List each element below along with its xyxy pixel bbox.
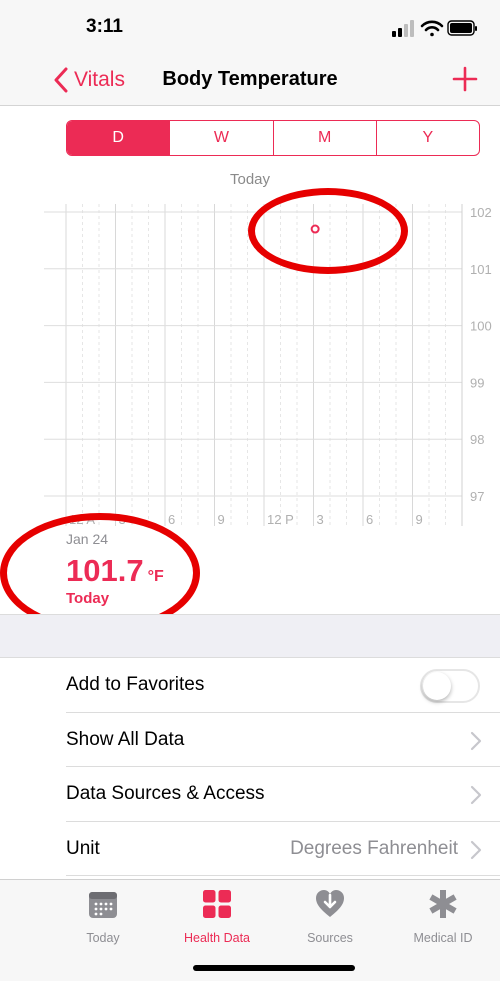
add-to-favorites-row: Add to Favorites bbox=[0, 658, 500, 713]
status-time: 3:11 bbox=[86, 16, 123, 37]
status-icons bbox=[392, 18, 478, 43]
chart-x-tick-label: 12 P bbox=[267, 512, 294, 527]
chart-x-tick-label: 6 bbox=[168, 512, 175, 527]
asterisk-icon bbox=[429, 890, 457, 918]
favorites-toggle[interactable] bbox=[420, 669, 480, 703]
chart-x-tick-label: 12 A bbox=[69, 512, 95, 527]
tab-today[interactable]: Today bbox=[48, 888, 158, 945]
chart-x-tick-label: 9 bbox=[416, 512, 423, 527]
chart-x-tick-label: 9 bbox=[218, 512, 225, 527]
add-to-favorites-label: Add to Favorites bbox=[66, 674, 205, 696]
chart-x-tick-label: 3 bbox=[317, 512, 324, 527]
page-title: Body Temperature bbox=[162, 68, 338, 90]
data-sources-access-label: Data Sources & Access bbox=[66, 783, 265, 805]
unit-row[interactable]: Unit Degrees Fahrenheit bbox=[0, 822, 500, 877]
data-sources-access-row[interactable]: Data Sources & Access bbox=[0, 767, 500, 822]
toggle-knob bbox=[423, 672, 451, 700]
tab-label: Sources bbox=[307, 931, 353, 945]
unit-label: Unit bbox=[66, 837, 100, 859]
segment-month[interactable]: M bbox=[272, 121, 376, 155]
tab-sources[interactable]: Sources bbox=[275, 888, 385, 945]
chart-y-tick-label: 100 bbox=[470, 319, 492, 334]
selected-reading: Jan 24 101.7 °F Today bbox=[66, 531, 164, 607]
navigation-bar: Vitals Body Temperature bbox=[0, 56, 500, 106]
tab-label: Health Data bbox=[183, 931, 250, 945]
segment-day[interactable]: D bbox=[67, 121, 170, 155]
unit-value: Degrees Fahrenheit bbox=[290, 837, 458, 859]
calendar-icon bbox=[89, 892, 117, 918]
heart-download-icon bbox=[316, 890, 344, 917]
reading-unit: °F bbox=[147, 568, 164, 585]
show-all-data-label: Show All Data bbox=[66, 728, 185, 750]
chart-y-tick-label: 101 bbox=[470, 262, 492, 277]
plus-icon bbox=[452, 66, 478, 92]
battery-icon bbox=[447, 20, 477, 36]
segment-week[interactable]: W bbox=[169, 121, 272, 155]
chart-title: Today bbox=[229, 171, 271, 188]
chart-x-tick-label: 3 bbox=[119, 512, 126, 527]
wifi-icon bbox=[420, 20, 444, 37]
reading-value: 101.7 bbox=[66, 553, 144, 588]
segment-year[interactable]: Y bbox=[375, 121, 479, 155]
reading-value-row: 101.7 °F bbox=[66, 553, 164, 589]
temperature-chart[interactable]: 102 101 100 99 98 97 12 A 3 6 9 12 P 3 6 9 bbox=[44, 196, 500, 528]
chart-data-point bbox=[310, 224, 320, 234]
status-bar: 3:11 bbox=[0, 0, 500, 56]
cellular-signal-icon bbox=[392, 20, 414, 37]
chart-y-tick-label: 98 bbox=[470, 432, 484, 447]
chart-y-tick-label: 99 bbox=[470, 375, 484, 390]
tab-medical-id[interactable]: Medical ID bbox=[388, 888, 498, 945]
chevron-right-icon bbox=[470, 840, 482, 859]
reading-date: Jan 24 bbox=[66, 531, 109, 547]
chevron-right-icon bbox=[470, 785, 482, 805]
home-indicator bbox=[193, 965, 355, 971]
tab-label: Today bbox=[86, 931, 120, 945]
chart-x-tick-label: 6 bbox=[366, 512, 373, 527]
tab-label: Medical ID bbox=[413, 931, 473, 945]
chart-y-tick-label: 102 bbox=[470, 205, 492, 220]
chart-y-tick-label: 97 bbox=[470, 489, 484, 504]
options-list: Add to Favorites Show All Data Data Sour… bbox=[0, 658, 500, 876]
grid-icon bbox=[203, 890, 231, 918]
show-all-data-row[interactable]: Show All Data bbox=[0, 713, 500, 768]
chevron-right-icon bbox=[470, 731, 482, 750]
section-separator bbox=[0, 614, 500, 658]
time-range-segmented-control: D W M Y bbox=[66, 120, 480, 156]
add-data-button[interactable] bbox=[448, 62, 482, 96]
reading-period: Today bbox=[66, 590, 110, 607]
tab-health-data[interactable]: Health Data bbox=[162, 888, 272, 945]
